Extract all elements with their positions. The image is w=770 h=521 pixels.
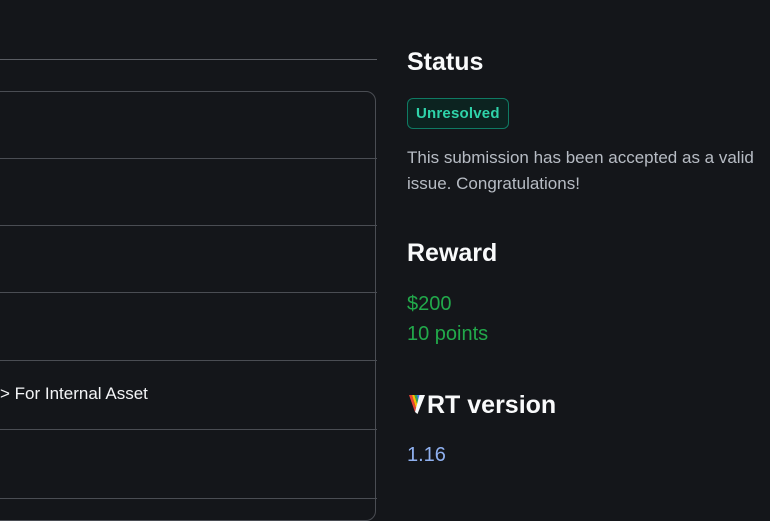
table-row-vrt-value: > For Internal Asset [0, 384, 148, 403]
vrt-version-heading: RT version [407, 390, 556, 420]
table-row-divider [0, 498, 377, 499]
section-divider [0, 59, 377, 60]
reward-points: 10 points [407, 323, 489, 345]
vrt-rainbow-v-icon [409, 395, 425, 414]
status-heading: Status [407, 48, 484, 76]
table-row-divider [0, 292, 377, 293]
status-badge: Unresolved [407, 98, 509, 129]
vrt-version-value: 1.16 [407, 444, 446, 466]
table-row-divider [0, 360, 377, 361]
table-row-divider [0, 429, 377, 430]
details-table [0, 91, 376, 521]
submission-details-panel: > For Internal Asset [0, 0, 378, 521]
table-row-divider [0, 225, 377, 226]
reward-amount: $200 [407, 293, 452, 315]
status-description: This submission has been accepted as a v… [407, 148, 754, 193]
vrt-heading-label: RT version [427, 391, 557, 419]
reward-heading: Reward [407, 239, 498, 267]
table-row-divider [0, 158, 377, 159]
